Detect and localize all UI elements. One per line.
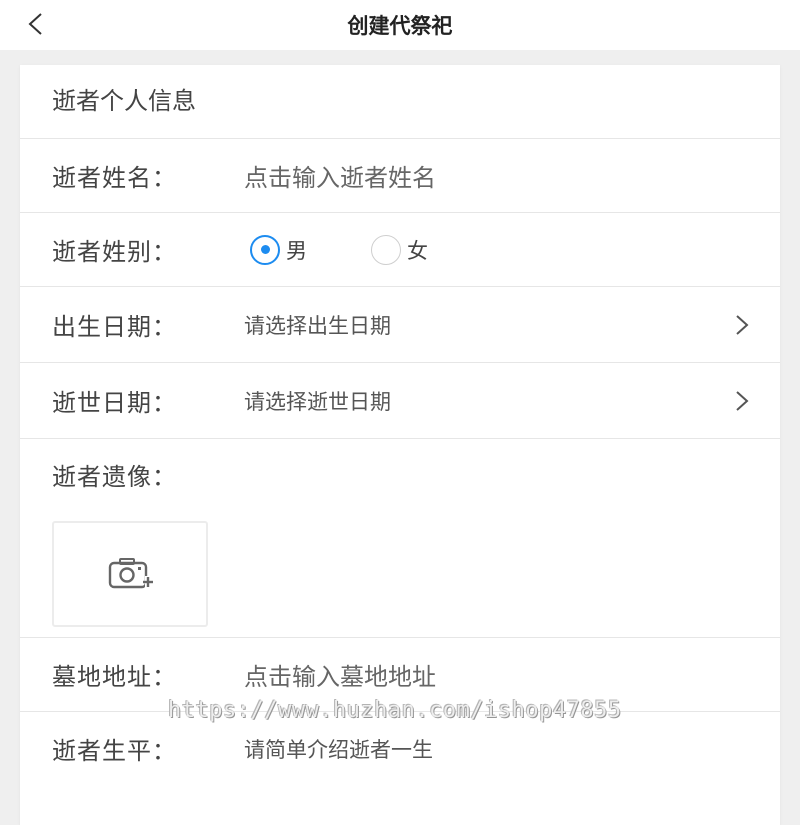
chevron-right-icon [736, 314, 749, 335]
portrait-row: 逝者遗像： [20, 439, 780, 638]
birth-date-row[interactable]: 出生日期： 请选择出生日期 [20, 287, 780, 363]
cemetery-row: 墓地地址： 点击输入墓地地址 [20, 638, 780, 712]
nav-bar: 创建代祭祀 [0, 0, 800, 50]
form-card: 逝者个人信息 逝者姓名： 点击输入逝者姓名 逝者姓别： 男 女 出生日期： 请选… [20, 65, 780, 825]
gender-radio-male[interactable]: 男 [250, 234, 307, 265]
name-row: 逝者姓名： 点击输入逝者姓名 [20, 139, 780, 213]
gender-radio-group: 男 女 [250, 213, 428, 286]
biography-input[interactable]: 请简单介绍逝者一生 [244, 712, 433, 785]
name-input[interactable]: 点击输入逝者姓名 [244, 139, 436, 212]
radio-unchecked-icon [371, 234, 401, 265]
section-title: 逝者个人信息 [20, 65, 780, 139]
radio-checked-icon [250, 234, 280, 265]
portrait-label: 逝者遗像： [52, 463, 177, 491]
death-date-label: 逝世日期： [52, 389, 177, 417]
gender-radio-female[interactable]: 女 [371, 234, 428, 265]
biography-row: 逝者生平： 请简单介绍逝者一生 [20, 712, 780, 785]
death-date-chevron[interactable] [734, 363, 750, 438]
birth-date-picker[interactable]: 请选择出生日期 [244, 287, 391, 362]
camera-add-icon [108, 558, 153, 589]
name-label: 逝者姓名： [52, 164, 177, 192]
death-date-row[interactable]: 逝世日期： 请选择逝世日期 [20, 363, 780, 439]
gender-label: 逝者姓别： [52, 238, 177, 266]
birth-date-chevron[interactable] [734, 287, 750, 362]
gender-row: 逝者姓别： 男 女 [20, 213, 780, 287]
cemetery-input[interactable]: 点击输入墓地地址 [244, 638, 436, 711]
gender-option-label: 男 [286, 238, 307, 263]
biography-label: 逝者生平： [52, 737, 177, 765]
death-date-picker[interactable]: 请选择逝世日期 [244, 363, 391, 438]
cemetery-label: 墓地地址： [52, 663, 177, 691]
chevron-right-icon [736, 390, 749, 411]
portrait-upload-button[interactable] [52, 521, 208, 627]
gender-option-label: 女 [407, 238, 428, 263]
birth-date-label: 出生日期： [52, 313, 177, 341]
page-title: 创建代祭祀 [347, 14, 453, 38]
